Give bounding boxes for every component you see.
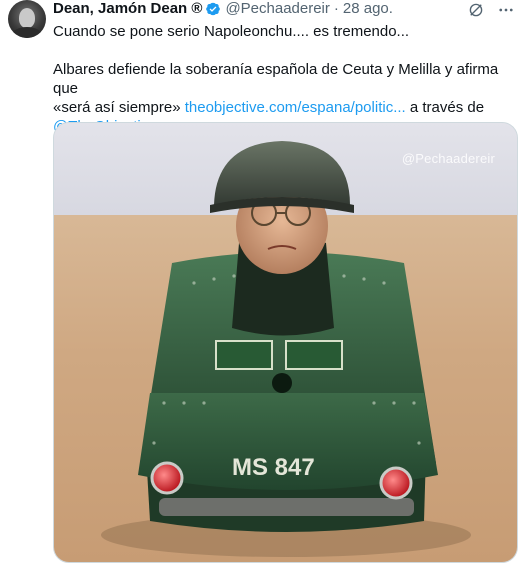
text-line-3: «será así siempre» theobjective.com/espa… <box>53 98 513 117</box>
tank-hatch-left <box>215 340 273 370</box>
tank-plate: MS 847 <box>232 454 315 481</box>
tank-light-left <box>150 461 184 495</box>
article-link[interactable]: theobjective.com/espana/politic... <box>185 99 406 116</box>
avatar-face <box>19 8 35 28</box>
grok-icon[interactable] <box>467 1 485 19</box>
tank-bumper <box>159 498 414 516</box>
avatar[interactable] <box>8 0 46 38</box>
text-line-3-prefix: «será así siempre» <box>53 99 185 116</box>
separator-dot: · <box>333 0 339 17</box>
verified-badge-icon <box>205 1 221 17</box>
top-actions <box>467 1 515 19</box>
toy-tank-illustration: MS 847 <box>101 141 471 557</box>
tweet-text: Cuando se pone serio Napoleonchu.... es … <box>53 22 513 136</box>
tweet-media-image[interactable]: @Pechaadereir MS 847 <box>53 122 518 563</box>
avatar-shoulders <box>12 27 42 38</box>
tweet: Dean, Jamón Dean ® @Pechaadereir · 28 ag… <box>0 0 529 565</box>
display-name[interactable]: Dean, Jamón Dean ® <box>53 0 202 18</box>
text-line-3-suffix: a través de <box>405 99 485 116</box>
text-line-2: Albares defiende la soberanía española d… <box>53 61 499 97</box>
timestamp[interactable]: 28 ago. <box>343 0 393 18</box>
more-icon[interactable] <box>497 1 515 19</box>
text-line-1: Cuando se pone serio Napoleonchu.... es … <box>53 23 410 40</box>
tank-hole <box>272 373 292 393</box>
tank-light-right <box>379 466 413 500</box>
tank-hatch-right <box>285 340 343 370</box>
figure-helmet <box>214 141 350 205</box>
handle[interactable]: @Pechaadereir <box>225 0 329 18</box>
tweet-header: Dean, Jamón Dean ® @Pechaadereir · 28 ag… <box>53 0 393 18</box>
